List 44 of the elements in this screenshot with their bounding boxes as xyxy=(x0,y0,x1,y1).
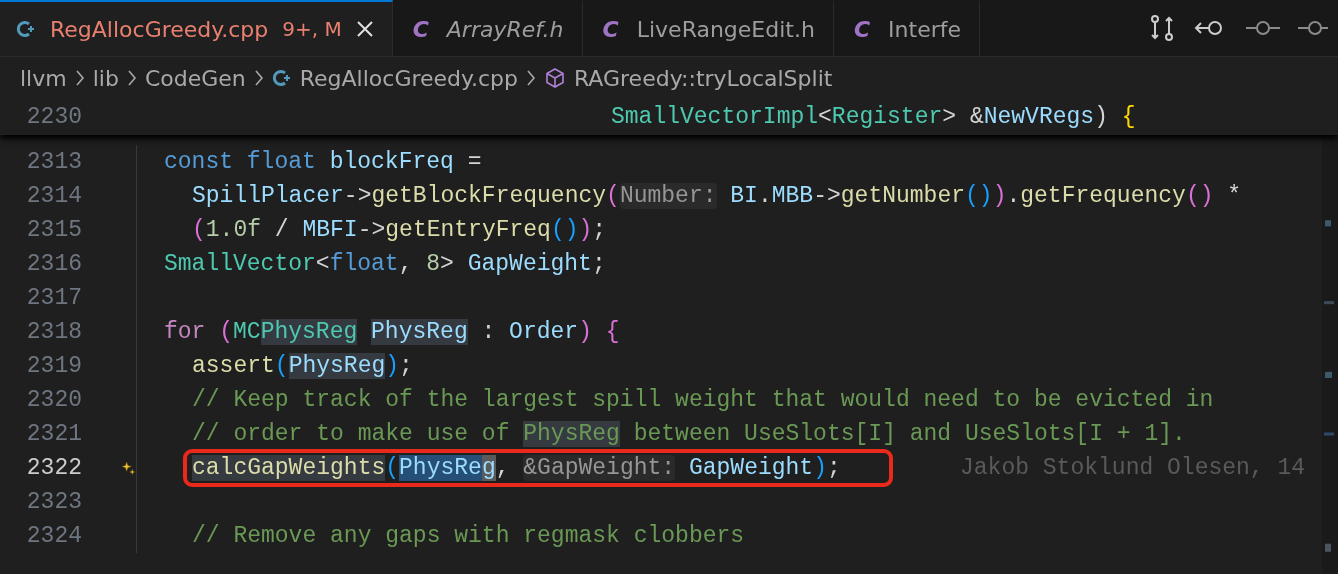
cube-icon xyxy=(543,67,566,89)
code-line: SmallVectorImpl<Register> &NewVRegs) { xyxy=(611,104,1136,130)
compare-changes-icon[interactable] xyxy=(1148,13,1176,43)
line-number: 2321 xyxy=(25,421,82,447)
line-number: 2317 xyxy=(25,285,82,311)
chevron-right-icon xyxy=(126,69,137,87)
line-number: 2315 xyxy=(25,217,82,243)
code-line: calcGapWeights(PhysReg, &GapWeight: GapWeight); xyxy=(192,455,841,481)
editor-tab[interactable]: RegAllocGreedy.cpp 9+, M xyxy=(0,0,393,56)
code-line: (1.0f / MBFI->getEntryFreq()); xyxy=(192,217,607,243)
blame-annotation: Jakob Stoklund Olesen, 14 xyxy=(960,455,1306,481)
cpp-file-icon xyxy=(271,68,292,88)
breadcrumb-item[interactable]: lib xyxy=(92,65,119,91)
line-number: 2319 xyxy=(25,353,82,379)
chevron-right-icon xyxy=(525,69,536,87)
cpp-file-icon xyxy=(16,19,36,39)
code-line: SmallVector<float, 8> GapWeight; xyxy=(164,251,606,277)
c-file-icon: C xyxy=(598,16,623,42)
code-line: SpillPlacer->getBlockFrequency(Number: BI.MBB->getNumber()).getFrequency() * xyxy=(192,183,1242,209)
breadcrumb-item[interactable]: llvm xyxy=(20,65,67,91)
line-number: 2314 xyxy=(25,183,82,209)
code-line: // Keep track of the largest spill weight that would need to be evicted in xyxy=(192,387,1214,413)
line-number: 2323 xyxy=(25,489,82,515)
breadcrumb-item[interactable]: RegAllocGreedy.cpp xyxy=(299,65,518,91)
code-line: const float blockFreq = xyxy=(164,149,482,175)
file-status: 9+, M xyxy=(282,17,342,41)
breadcrumb-item[interactable]: CodeGen xyxy=(144,65,246,91)
line-number: 2324 xyxy=(25,523,82,549)
line-number: 2230 xyxy=(25,104,82,130)
c-file-icon: C xyxy=(849,16,875,42)
line-number: 2313 xyxy=(25,149,82,175)
chevron-right-icon xyxy=(74,69,85,87)
close-icon[interactable] xyxy=(355,20,374,38)
c-file-icon: C xyxy=(408,16,433,42)
code-line: // Remove any gaps with regmask clobbers xyxy=(192,523,745,549)
line-number: 2320 xyxy=(25,387,82,413)
code-line: assert(PhysReg); xyxy=(192,353,413,379)
chevron-right-icon xyxy=(253,69,264,87)
code-line: for (MCPhysReg PhysReg : Order) { xyxy=(164,319,620,345)
breadcrumb-item[interactable]: RAGreedy::tryLocalSplit xyxy=(573,65,833,91)
line-number: 2316 xyxy=(25,251,82,277)
code-line: // order to make use of PhysReg between UseSlots[I] and UseSlots[I + 1]. xyxy=(192,421,1186,447)
line-number: 2318 xyxy=(25,319,82,345)
line-number: 2322 xyxy=(25,455,82,481)
